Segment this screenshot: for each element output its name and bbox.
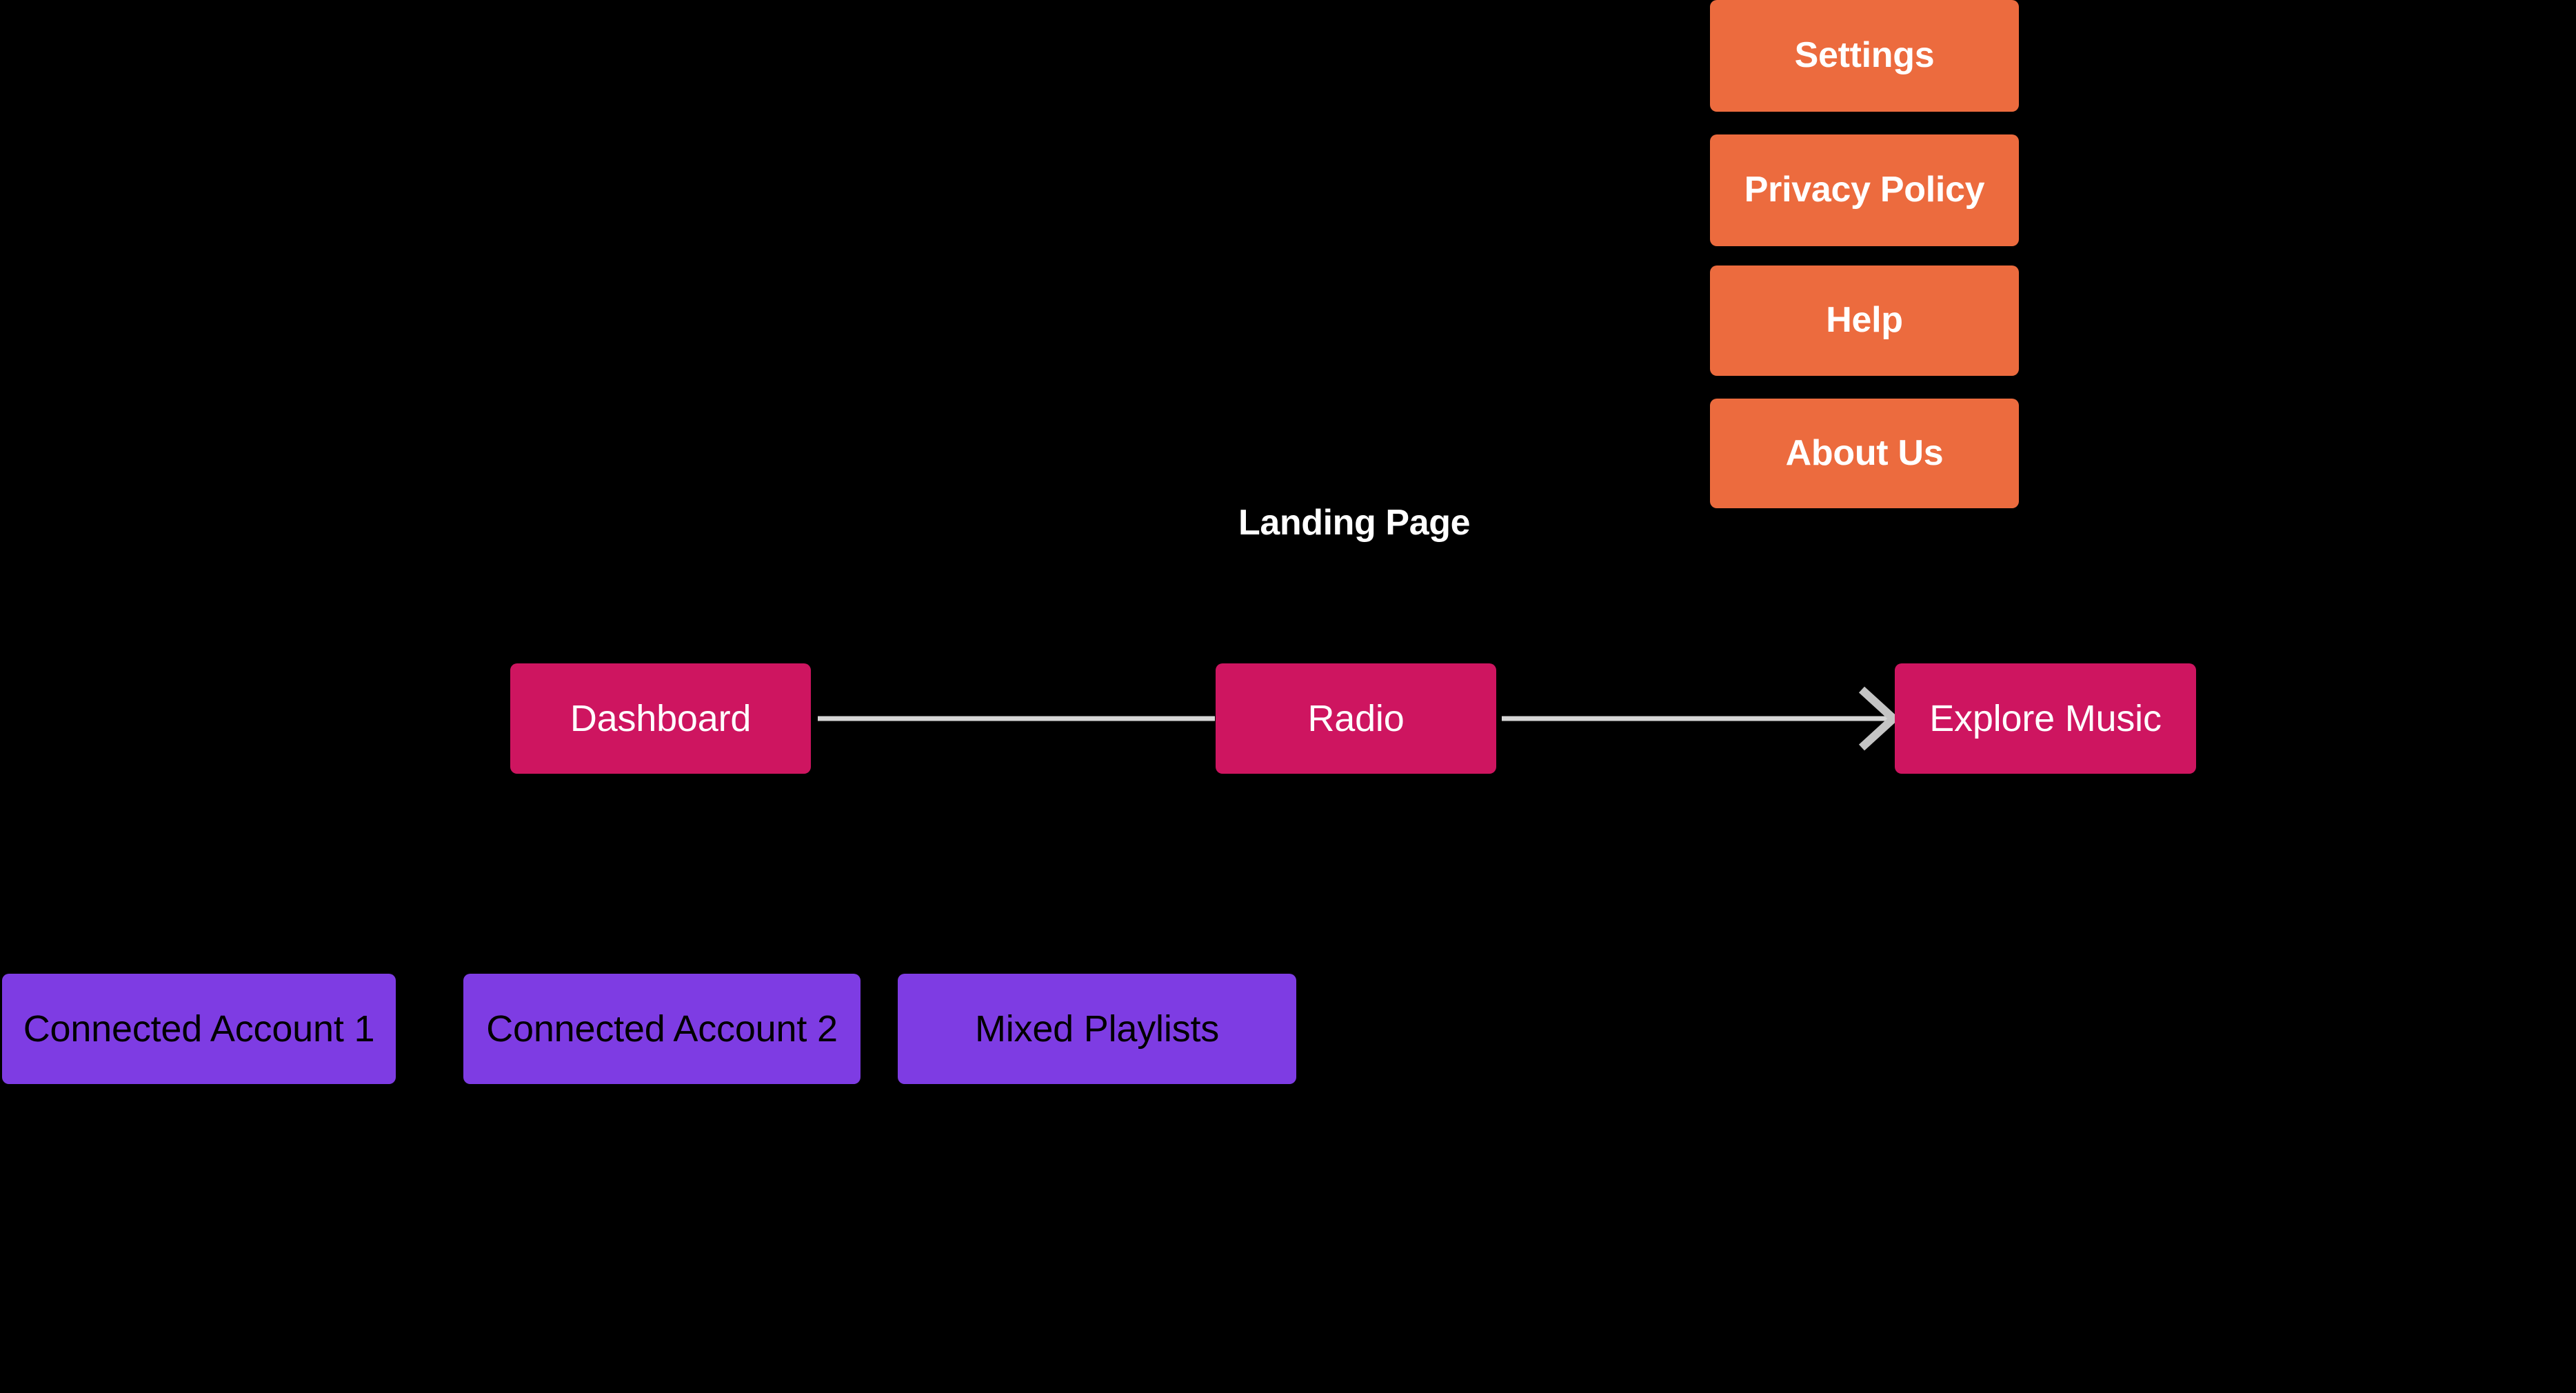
arrowhead-icon: [1858, 686, 1900, 751]
node-help-label: Help: [1826, 300, 1903, 341]
landing-page-label: Landing Page: [1238, 503, 1471, 543]
node-mixed-playlists[interactable]: Mixed Playlists: [898, 974, 1296, 1084]
node-radio[interactable]: Radio: [1216, 663, 1496, 774]
node-connected-account-2-label: Connected Account 2: [486, 1008, 838, 1050]
node-help[interactable]: Help: [1710, 265, 2019, 376]
node-explore-music[interactable]: Explore Music: [1895, 663, 2196, 774]
diagram-canvas: Settings Privacy Policy Help About Us La…: [0, 0, 2576, 1393]
node-dashboard-label: Dashboard: [570, 697, 752, 739]
node-radio-label: Radio: [1307, 697, 1405, 739]
node-privacy-policy[interactable]: Privacy Policy: [1710, 134, 2019, 246]
node-connected-account-1[interactable]: Connected Account 1: [2, 974, 396, 1084]
node-mixed-playlists-label: Mixed Playlists: [974, 1008, 1220, 1050]
node-explore-music-label: Explore Music: [1929, 697, 2162, 739]
node-settings[interactable]: Settings: [1710, 0, 2019, 112]
connector-radio-to-explore-music: [1502, 686, 1900, 751]
node-about-us[interactable]: About Us: [1710, 399, 2019, 508]
node-connected-account-2[interactable]: Connected Account 2: [463, 974, 861, 1084]
node-settings-label: Settings: [1794, 35, 1935, 76]
node-connected-account-1-label: Connected Account 1: [23, 1008, 375, 1050]
node-about-us-label: About Us: [1785, 432, 1944, 473]
node-dashboard[interactable]: Dashboard: [510, 663, 811, 774]
node-privacy-policy-label: Privacy Policy: [1744, 170, 1985, 210]
